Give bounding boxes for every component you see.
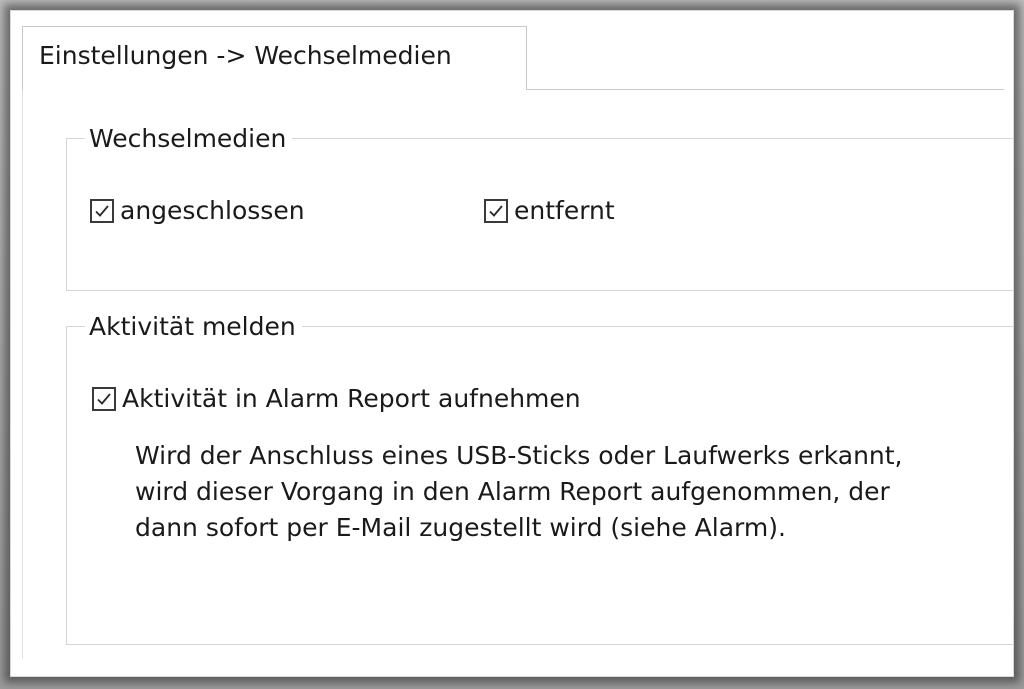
tab-panel-border: [22, 89, 23, 659]
group-title-wechselmedien: Wechselmedien: [89, 124, 287, 153]
checkbox-box[interactable]: [90, 198, 114, 223]
tab-wechselmedien[interactable]: Einstellungen -> Wechselmedien: [22, 26, 527, 90]
tab-label: Einstellungen -> Wechselmedien: [39, 41, 452, 70]
description-line: dann sofort per E-Mail zugestellt wird (…: [135, 513, 786, 542]
checkbox-aktivitaet-alarm-report[interactable]: Aktivität in Alarm Report aufnehmen: [92, 384, 581, 413]
description-line: Wird der Anschluss eines USB-Sticks oder…: [135, 441, 903, 470]
checkbox-angeschlossen[interactable]: angeschlossen: [90, 196, 305, 225]
description-text: Wird der Anschluss eines USB-Sticks oder…: [135, 438, 1005, 546]
tab-strip-line: [527, 89, 1004, 90]
checkbox-label: entfernt: [514, 196, 615, 225]
checkbox-entfernt[interactable]: entfernt: [484, 196, 615, 225]
description-line: wird dieser Vorgang in den Alarm Report …: [135, 477, 890, 506]
checkmark-icon: [489, 204, 503, 217]
group-title-aktivitaet: Aktivität melden: [89, 312, 296, 341]
checkbox-label: Aktivität in Alarm Report aufnehmen: [122, 384, 581, 413]
checkmark-icon: [97, 392, 111, 405]
checkbox-label: angeschlossen: [120, 196, 305, 225]
checkmark-icon: [95, 204, 109, 217]
checkbox-box[interactable]: [484, 198, 508, 223]
checkbox-box[interactable]: [92, 386, 116, 411]
